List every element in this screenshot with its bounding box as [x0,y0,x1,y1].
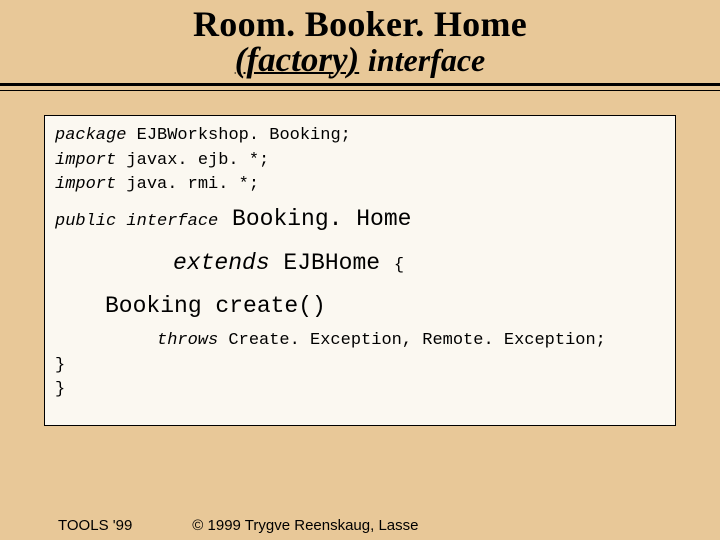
divider-bold [0,83,720,86]
kw-import: import [55,151,116,170]
code-method: Booking create() [105,293,326,319]
brace-open: { [394,256,404,275]
footer: TOOLS '99 © 1999 Trygve Reenskaug, Lasse [58,517,680,534]
code-text: EJBWorkshop. Booking; [126,126,350,145]
kw-extends: extends [173,250,270,276]
code-line-7: throws Create. Exception, Remote. Except… [157,329,665,354]
code-box: package EJBWorkshop. Booking; import jav… [44,115,676,426]
code-line-3: import java. rmi. *; [55,173,665,198]
footer-right: © 1999 Trygve Reenskaug, Lasse [192,517,418,534]
code-line-8: } [55,354,665,379]
code-line-2: import javax. ejb. *; [55,149,665,174]
code-line-6: Booking create() [105,285,665,329]
kw-package: package [55,126,126,145]
code-line-9: } [55,378,665,403]
kw-throws: throws [157,331,218,350]
code-line-5: extends EJBHome { [173,242,665,286]
code-text: java. rmi. *; [116,175,259,194]
slide-title: Room. Booker. Home (factory) interface [0,0,720,77]
kw-import: import [55,175,116,194]
slide: Room. Booker. Home (factory) interface p… [0,0,720,540]
title-factory: (factory) [235,40,359,79]
code-line-1: package EJBWorkshop. Booking; [55,124,665,149]
kw-public-interface: public interface [55,212,218,231]
code-line-4: public interface Booking. Home [55,198,665,242]
title-line-1: Room. Booker. Home [0,6,720,42]
title-line-2: (factory) interface [0,42,720,77]
code-exceptions: Create. Exception, Remote. Exception; [218,331,606,350]
code-classname: Booking. Home [218,206,411,232]
code-superclass: EJBHome [270,250,394,276]
code-text: javax. ejb. *; [116,151,269,170]
divider-thin [0,90,720,91]
title-interface: interface [368,42,485,78]
footer-left: TOOLS '99 [58,517,132,534]
